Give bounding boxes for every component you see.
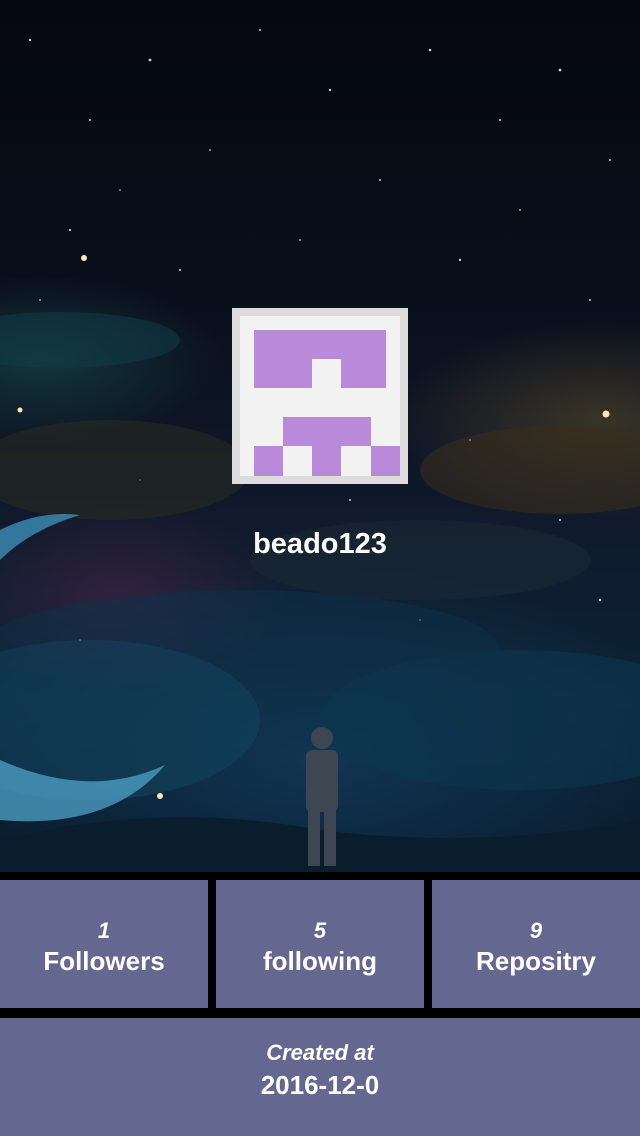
repositories-tile[interactable]: 9 Repositry [432, 880, 640, 1008]
followers-tile[interactable]: 1 Followers [0, 880, 208, 1008]
created-at-panel: Created at 2016-12-0 [0, 1018, 640, 1136]
created-at-label: Created at [266, 1040, 374, 1065]
created-at-value: 2016-12-0 [260, 1070, 380, 1100]
followers-label: Followers [43, 946, 165, 976]
identicon [240, 316, 400, 476]
following-count: 5 [313, 918, 327, 943]
repositories-label: Repositry [476, 946, 596, 976]
username: beado123 [253, 528, 387, 560]
avatar [232, 308, 408, 484]
following-label: following [262, 946, 378, 976]
followers-count: 1 [97, 918, 111, 943]
following-tile[interactable]: 5 following [216, 880, 424, 1008]
profile-screen: beado123 1 Followers 5 following 9 Repos… [0, 0, 640, 1136]
stats-panel: 1 Followers 5 following 9 Repositry Crea… [0, 872, 640, 1136]
repositories-count: 9 [529, 918, 543, 943]
